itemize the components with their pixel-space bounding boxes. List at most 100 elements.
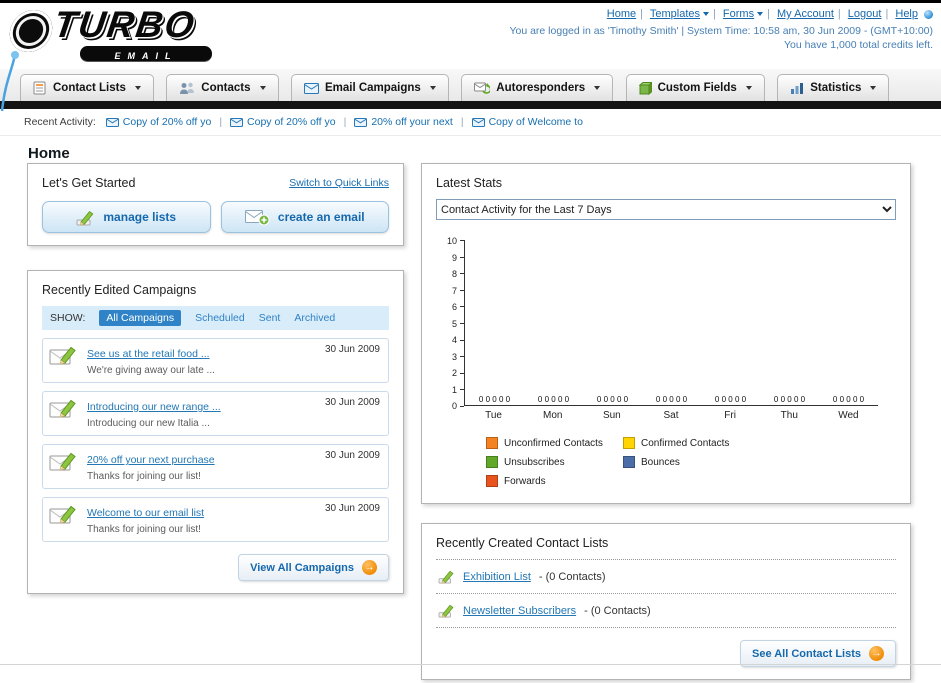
create-email-button[interactable]: create an email	[220, 201, 389, 233]
campaigns-title: Recently Edited Campaigns	[42, 283, 197, 297]
tab-label: Contacts	[201, 82, 251, 94]
tab-label: Autoresponders	[496, 82, 586, 94]
switch-quick-links-link[interactable]: Switch to Quick Links	[289, 177, 389, 189]
nav-link-my-account[interactable]: My Account	[777, 8, 834, 20]
pencil-icon	[438, 570, 454, 584]
chevron-down-icon	[745, 86, 752, 90]
envelope-icon	[303, 82, 319, 94]
chart-plot-area: 0 0 0 0 0 0 0 0 0 0 0 0 0 0 0 0 0 0 0 0 …	[464, 240, 878, 421]
legend-item: Forwards	[486, 475, 623, 487]
chevron-down-icon	[870, 86, 877, 90]
logo-subtitle: EMAIL	[114, 51, 178, 61]
latest-stats-panel: Latest Stats Contact Activity for the La…	[421, 163, 911, 504]
credits-info: You have 1,000 total credits left.	[783, 39, 933, 51]
speedometer-icon	[7, 10, 55, 52]
x-tick-label: Tue	[485, 410, 502, 421]
campaign-item[interactable]: See us at the retail food ... We're givi…	[42, 338, 389, 383]
campaign-item[interactable]: Introducing our new range ... Introducin…	[42, 391, 389, 436]
footer-divider	[0, 664, 941, 665]
nav-link-templates[interactable]: Templates	[650, 8, 709, 20]
bar-value-labels: 0 0 0 0 0	[773, 395, 806, 404]
campaign-title-link[interactable]: Introducing our new range ...	[87, 401, 221, 413]
legend-label: Unconfirmed Contacts	[504, 437, 603, 449]
nav-link-forms[interactable]: Forms	[723, 8, 764, 20]
view-all-campaigns-button[interactable]: View All Campaigns →	[238, 554, 389, 581]
campaign-item[interactable]: Welcome to our email list Thanks for joi…	[42, 497, 389, 542]
recent-activity-bar: Recent Activity: Copy of 20% off yo | Co…	[0, 109, 941, 136]
legend-item: Confirmed Contacts	[623, 437, 760, 449]
contact-lists-title: Recently Created Contact Lists	[436, 536, 896, 560]
recent-activity-item[interactable]: Copy of Welcome to	[471, 116, 583, 128]
recent-activity-item[interactable]: 20% off your next	[354, 116, 453, 128]
get-started-panel: Let's Get Started Switch to Quick Links …	[27, 163, 404, 246]
manage-lists-button[interactable]: manage lists	[42, 201, 211, 233]
tab-contacts[interactable]: Contacts	[166, 74, 279, 101]
filter-all-campaigns[interactable]: All Campaigns	[99, 310, 182, 326]
envelope-icon	[471, 117, 485, 127]
separator: |	[837, 8, 841, 20]
contact-list-item[interactable]: Newsletter Subscribers - (0 Contacts)	[436, 594, 896, 628]
chart-day-column: 0 0 0 0 0	[583, 240, 642, 405]
chart-day-column: 0 0 0 0 0	[701, 240, 760, 405]
recent-contact-lists-panel: Recently Created Contact Lists Exhibitio…	[421, 523, 911, 680]
separator: |	[767, 8, 770, 20]
nav-link-home[interactable]: Home	[607, 8, 636, 20]
tab-contact-lists[interactable]: Contact Lists	[20, 74, 154, 101]
legend-item: Bounces	[623, 456, 760, 468]
legend-swatch	[623, 437, 635, 449]
campaign-subtitle: Thanks for joining our list!	[87, 524, 201, 535]
view-all-campaigns-label: View All Campaigns	[250, 561, 354, 574]
chart-day-column: 0 0 0 0 0	[760, 240, 819, 405]
header: TURBO EMAIL Home | Templates | Forms | My A…	[0, 3, 941, 112]
stats-period-select[interactable]: Contact Activity for the Last 7 Days	[436, 199, 896, 220]
contact-list-item[interactable]: Exhibition List - (0 Contacts)	[436, 560, 896, 594]
chevron-down-icon	[757, 12, 764, 17]
chevron-down-icon	[134, 86, 141, 90]
filter-archived[interactable]: Archived	[294, 312, 335, 324]
tab-custom-fields[interactable]: Custom Fields	[625, 74, 765, 101]
turbo-email-app: TURBO EMAIL Home | Templates | Forms | My A…	[0, 0, 941, 683]
utility-nav: Home | Templates | Forms | My Account | Logo…	[509, 8, 933, 20]
tab-email-campaigns[interactable]: Email Campaigns	[290, 74, 449, 101]
campaign-title-link[interactable]: Welcome to our email list	[87, 507, 204, 519]
tab-label: Contact Lists	[53, 82, 126, 94]
see-all-contact-lists-button[interactable]: See All Contact Lists →	[739, 640, 896, 667]
recent-activity-text: Copy of 20% off yo	[247, 116, 336, 128]
separator: |	[343, 116, 347, 128]
recent-activity-item[interactable]: Copy of 20% off yo	[230, 116, 336, 128]
pencil-icon	[438, 604, 454, 618]
campaign-date: 30 Jun 2009	[324, 503, 380, 514]
nav-link-help[interactable]: Help	[895, 8, 918, 20]
campaign-title-link[interactable]: 20% off your next purchase	[87, 454, 215, 466]
recent-activity-text: Copy of 20% off yo	[122, 116, 212, 128]
arrow-right-icon: →	[869, 646, 884, 661]
envelope-pencil-icon	[49, 399, 76, 418]
turbo-email-logo[interactable]: TURBO EMAIL	[7, 4, 268, 64]
filter-scheduled[interactable]: Scheduled	[195, 312, 245, 324]
x-tick-label: Mon	[542, 410, 563, 421]
y-tick-label: 4	[451, 335, 457, 345]
chart-y-axis: 10 9 8 7 6 5 4 3 2 1 0	[440, 236, 460, 411]
envelope-icon	[354, 117, 368, 127]
chevron-down-icon	[259, 86, 266, 90]
chart-x-axis: Tue Mon Sun Sat Fri Thu Wed	[464, 410, 878, 421]
contact-list-link[interactable]: Newsletter Subscribers	[463, 605, 576, 617]
campaign-item[interactable]: 20% off your next purchase Thanks for jo…	[42, 444, 389, 489]
get-started-title: Let's Get Started	[42, 176, 136, 190]
nav-divider	[0, 101, 941, 109]
create-email-label: create an email	[277, 210, 365, 224]
campaign-subtitle: Introducing our new Italia ...	[87, 418, 210, 429]
contact-list-link[interactable]: Exhibition List	[463, 571, 531, 583]
y-tick-label: 7	[451, 285, 457, 296]
recent-activity-item[interactable]: Copy of 20% off yo	[105, 116, 212, 128]
nav-link-logout[interactable]: Logout	[848, 8, 882, 20]
separator: |	[460, 116, 464, 128]
tab-statistics[interactable]: Statistics	[777, 74, 890, 101]
filter-sent[interactable]: Sent	[259, 312, 281, 324]
left-column: Let's Get Started Switch to Quick Links …	[27, 163, 404, 594]
legend-label: Confirmed Contacts	[641, 437, 730, 449]
campaign-title-link[interactable]: See us at the retail food ...	[87, 348, 210, 360]
legend-label: Unsubscribes	[504, 456, 565, 468]
tab-autoresponders[interactable]: Autoresponders	[461, 74, 614, 101]
legend-label: Bounces	[641, 456, 680, 468]
